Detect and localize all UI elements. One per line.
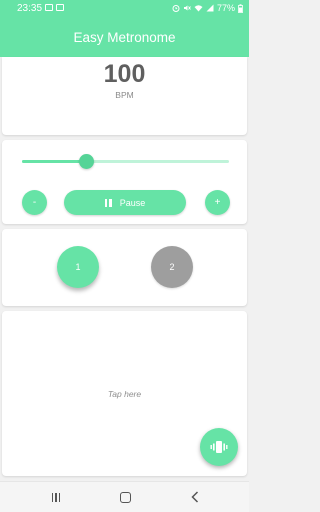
notification-icons bbox=[45, 4, 64, 11]
vibrate-icon bbox=[210, 441, 228, 453]
beats-card: 1 2 bbox=[2, 229, 247, 306]
mute-icon bbox=[183, 5, 191, 11]
app-bar: Easy Metronome bbox=[0, 17, 249, 57]
tap-here-label: Tap here bbox=[107, 389, 142, 399]
home-icon bbox=[119, 491, 131, 503]
decrease-tempo-label: - bbox=[32, 197, 37, 208]
increase-tempo-label: + bbox=[214, 197, 221, 208]
battery-icon bbox=[238, 3, 243, 13]
status-right-icons: 77% bbox=[172, 3, 243, 13]
bpm-value: 100 bbox=[103, 60, 146, 88]
vibrate-fab-button[interactable] bbox=[200, 428, 238, 466]
tempo-card: 100 BPM bbox=[2, 57, 247, 135]
alarm-icon bbox=[172, 5, 180, 12]
beat-1-button[interactable]: 1 bbox=[57, 246, 99, 288]
increase-tempo-button[interactable]: + bbox=[205, 190, 230, 215]
signal-icon bbox=[206, 4, 214, 12]
tempo-slider[interactable] bbox=[22, 154, 229, 169]
beat-2-label: 2 bbox=[169, 262, 175, 272]
app-title: Easy Metronome bbox=[73, 29, 176, 45]
home-button[interactable] bbox=[118, 490, 132, 504]
pause-icon bbox=[104, 198, 112, 207]
controls-card: - Pause + bbox=[2, 140, 247, 224]
status-time: 23:35 bbox=[17, 3, 43, 14]
beat-1-label: 1 bbox=[75, 262, 81, 272]
pause-label: Pause bbox=[119, 197, 146, 208]
status-bar: 23:35 77% bbox=[0, 0, 249, 17]
battery-percent: 77% bbox=[216, 3, 235, 13]
system-navigation-bar bbox=[0, 481, 249, 512]
tempo-slider-thumb[interactable] bbox=[78, 154, 94, 169]
message-notification-icon bbox=[56, 4, 64, 11]
recent-apps-icon bbox=[51, 492, 54, 502]
wifi-icon bbox=[194, 5, 203, 12]
decrease-tempo-button[interactable]: - bbox=[22, 190, 47, 215]
recent-apps-button[interactable] bbox=[49, 490, 63, 504]
bpm-unit-label: BPM bbox=[115, 90, 134, 100]
back-icon bbox=[191, 491, 199, 503]
pause-button[interactable]: Pause bbox=[64, 190, 186, 215]
gallery-notification-icon bbox=[45, 4, 53, 11]
tempo-slider-fill bbox=[22, 160, 87, 163]
back-button[interactable] bbox=[189, 490, 201, 504]
beat-2-button[interactable]: 2 bbox=[151, 246, 193, 288]
